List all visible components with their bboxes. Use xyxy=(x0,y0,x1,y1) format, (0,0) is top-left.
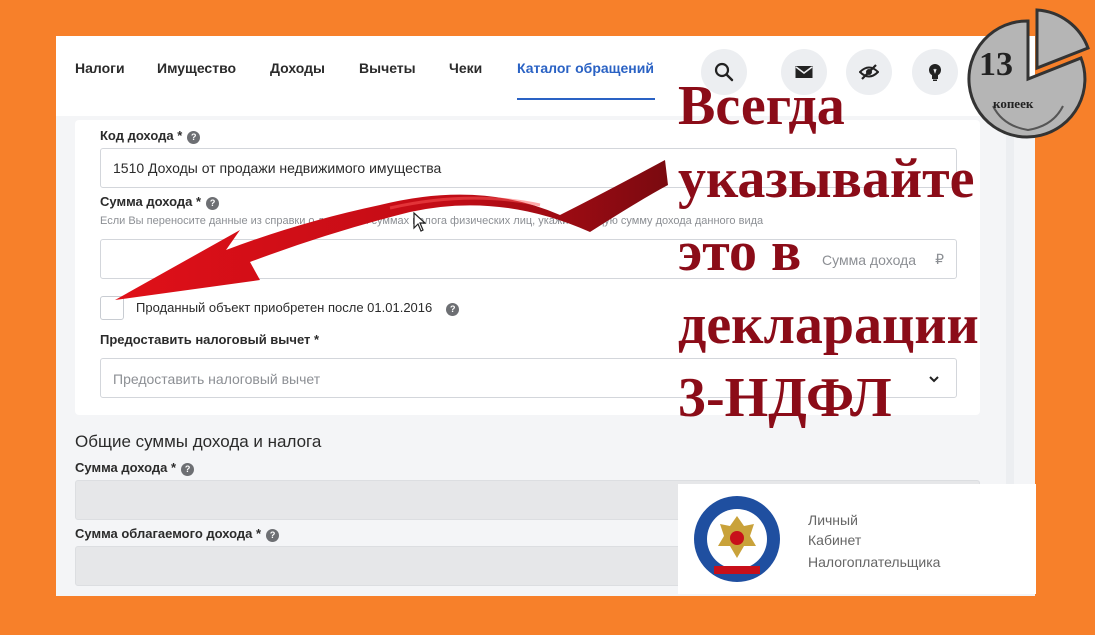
caption-overlay: Всегда указывайте это в декларации 3-НДФ… xyxy=(678,70,979,435)
coin-badge: 13 копеек xyxy=(963,6,1093,144)
caption-line: Всегда xyxy=(678,75,845,137)
caption-line: декларации xyxy=(678,294,979,356)
coin-number: 13 xyxy=(979,46,1013,83)
coin-word: копеек xyxy=(993,96,1034,111)
fns-logo-panel: Личный Кабинет Налогоплательщика xyxy=(678,484,1036,594)
logo-line-2: Кабинет xyxy=(808,532,862,548)
caption-line: это в xyxy=(678,221,802,283)
logo-line-1: Личный xyxy=(808,512,858,528)
fns-emblem-icon xyxy=(694,496,780,582)
caption-line: указывайте xyxy=(678,148,975,210)
logo-line-3: Налогоплательщика xyxy=(808,554,941,570)
caption-line: 3-НДФЛ xyxy=(678,367,892,429)
